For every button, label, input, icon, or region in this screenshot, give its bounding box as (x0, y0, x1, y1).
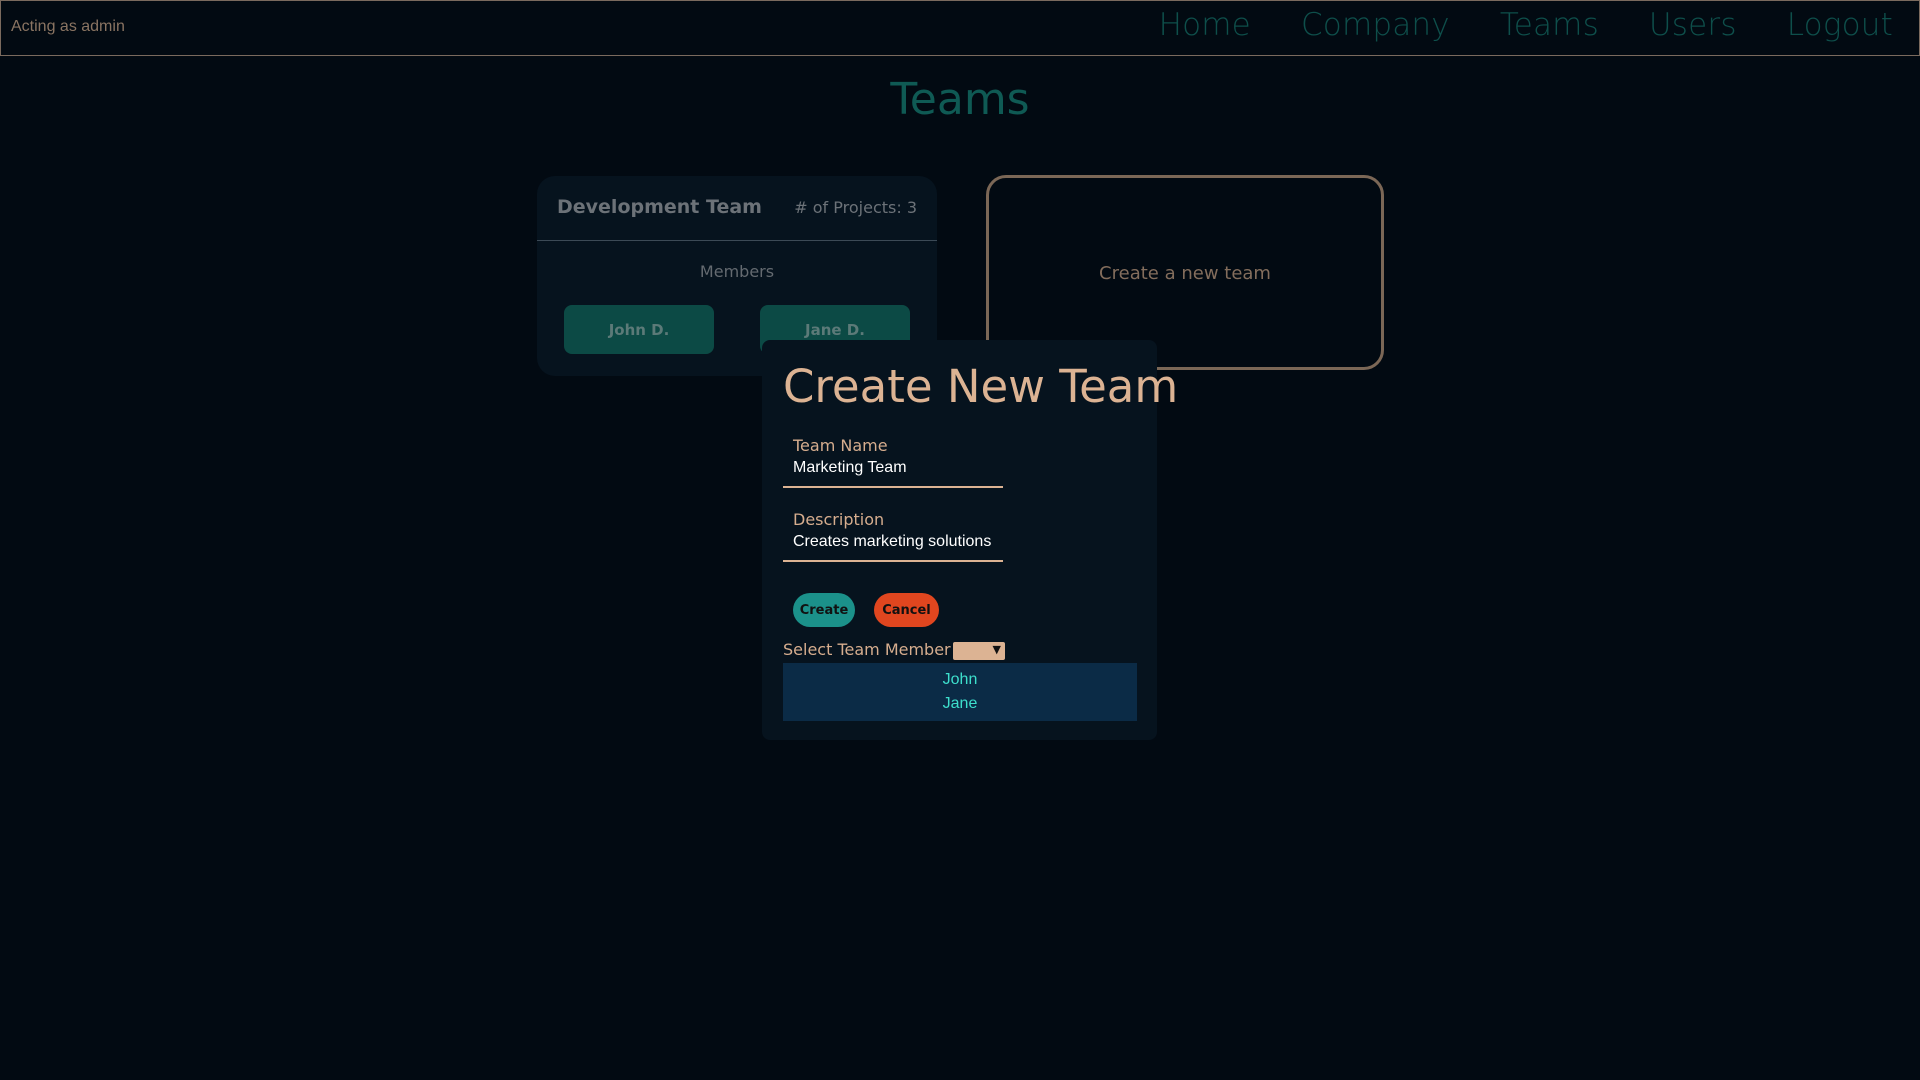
top-navbar: Acting as admin Home Company Teams Users… (0, 0, 1920, 56)
nav-link-company[interactable]: Company (1301, 7, 1450, 43)
member-chip-john[interactable]: John D. (564, 305, 714, 354)
nav-link-teams[interactable]: Teams (1500, 7, 1599, 43)
nav-link-users[interactable]: Users (1649, 7, 1737, 43)
members-label: Members (699, 262, 775, 281)
member-options-list: John Jane (783, 663, 1137, 721)
page-title: Teams (890, 74, 1030, 125)
description-label: Description (793, 510, 885, 529)
description-input[interactable] (783, 530, 1003, 562)
member-option-john[interactable]: John (783, 668, 1137, 692)
team-card-header: Development Team # of Projects: 3 (537, 176, 937, 241)
nav-links: Home Company Teams Users Logout (1159, 7, 1893, 43)
cancel-button[interactable]: Cancel (874, 593, 939, 627)
create-team-card-label: Create a new team (1099, 263, 1271, 284)
team-name-input[interactable] (783, 456, 1003, 488)
member-select[interactable]: ▼ (953, 642, 1005, 660)
modal-title: Create New Team (783, 360, 1179, 413)
team-name: Development Team (557, 196, 762, 218)
chevron-down-icon: ▼ (992, 643, 1001, 656)
nav-link-logout[interactable]: Logout (1787, 7, 1893, 43)
acting-as-label: Acting as admin (11, 18, 125, 35)
create-button[interactable]: Create (793, 593, 855, 627)
team-project-count: # of Projects: 3 (794, 198, 917, 217)
nav-link-home[interactable]: Home (1159, 7, 1251, 43)
team-name-label: Team Name (793, 436, 888, 455)
select-member-label: Select Team Member (783, 640, 951, 659)
create-team-modal: Create New Team Team Name Description Cr… (762, 340, 1178, 740)
member-option-jane[interactable]: Jane (783, 692, 1137, 716)
